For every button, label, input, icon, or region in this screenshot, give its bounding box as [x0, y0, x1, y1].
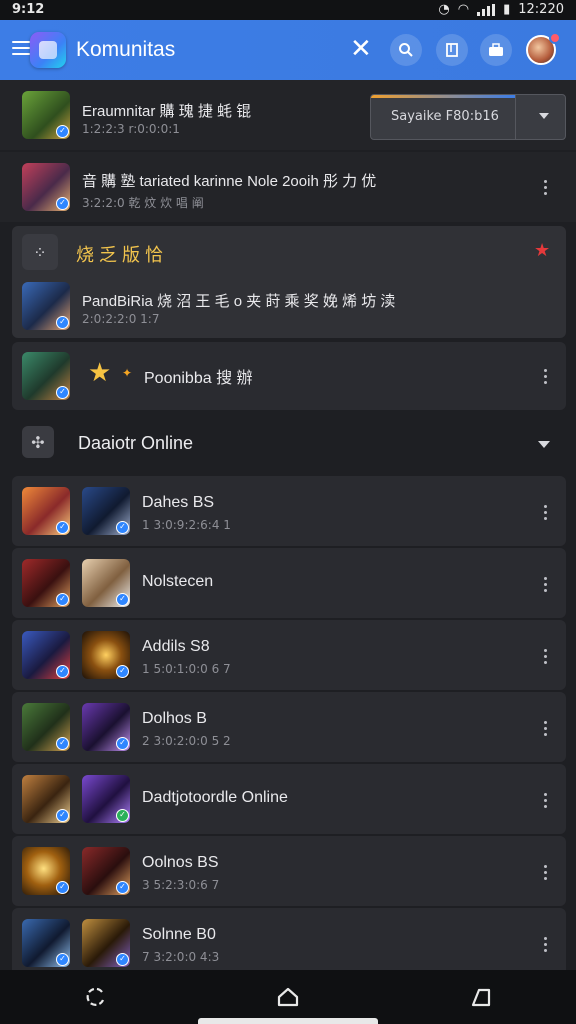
- grid-icon: ⁘: [22, 234, 58, 270]
- item-title: 音 購 塾 tariated karinne Nole 2ooih 彤 力 优: [82, 173, 377, 190]
- more-icon[interactable]: [544, 865, 548, 880]
- item-title: Dahes BS: [142, 494, 215, 511]
- search-icon[interactable]: [390, 34, 422, 66]
- game-thumbnail: ✓: [22, 163, 70, 211]
- list-item[interactable]: ✓ ✓ Solnne B0 7 3:2:0:0 4:3: [12, 908, 566, 970]
- sort-dropdown[interactable]: Sayaike F80:b16: [370, 94, 566, 140]
- bookmark-icon[interactable]: [436, 34, 468, 66]
- item-subtitle: 1:2:2:3 r:0:0:0:1: [82, 122, 180, 136]
- more-icon[interactable]: [544, 577, 548, 592]
- status-bar: 9:12 ◔ ◠ ▮ 12:220: [0, 0, 576, 20]
- status-time-left: 9:12: [12, 2, 45, 17]
- game-thumbnail: ✓: [82, 559, 130, 607]
- game-thumbnail: ✓: [22, 919, 70, 967]
- list-item[interactable]: ✓ Eraumnitar 購 瑰 捷 蚝 锟 1:2:2:3 r:0:0:0:1…: [0, 80, 576, 150]
- game-thumbnail: ✓: [22, 847, 70, 895]
- community-list: ✓ Eraumnitar 購 瑰 捷 蚝 锟 1:2:2:3 r:0:0:0:1…: [0, 80, 576, 970]
- home-icon[interactable]: [275, 984, 301, 1010]
- recents-icon[interactable]: [83, 984, 109, 1010]
- list-item[interactable]: ✓ 音 購 塾 tariated karinne Nole 2ooih 彤 力 …: [0, 152, 576, 222]
- status-right: ◔ ◠ ▮ 12:220: [438, 2, 564, 17]
- item-title: Poonibba 搜 辦: [144, 370, 253, 387]
- item-title: Eraumnitar 購 瑰 捷 蚝 锟: [82, 103, 252, 120]
- game-thumbnail: ✓: [22, 631, 70, 679]
- settings-icon: ✣: [22, 426, 54, 458]
- list-item[interactable]: ✓ ✓ Oolnos BS 3 5:2:3:0:6 7: [12, 836, 566, 906]
- alarm-icon: ◔: [438, 2, 450, 17]
- notification-dot: [549, 32, 561, 44]
- status-time-right: 12:220: [518, 2, 564, 17]
- item-subtitle: 1 3:0:9:2:6:4 1: [142, 518, 231, 532]
- more-icon[interactable]: [544, 937, 548, 952]
- sparkle-icon: ✦: [122, 366, 133, 380]
- game-thumbnail: ✓: [82, 703, 130, 751]
- star-icon[interactable]: ★: [534, 240, 550, 261]
- back-icon[interactable]: [468, 984, 494, 1010]
- item-subtitle: 2:0:2:2:0 1:7: [82, 312, 160, 326]
- more-icon[interactable]: [544, 721, 548, 736]
- game-thumbnail: ✓: [22, 352, 70, 400]
- dropdown-label: Sayaike F80:b16: [391, 109, 499, 124]
- section-title: 烧 乏 版 恰: [76, 245, 164, 265]
- item-title: Solnne B0: [142, 926, 216, 943]
- star-icon: ★: [88, 358, 112, 388]
- item-title: Nolstecen: [142, 573, 214, 590]
- game-thumbnail: ✓: [82, 775, 130, 823]
- item-subtitle: 7 3:2:0:0 4:3: [142, 950, 220, 964]
- favorites-card: ⁘ 烧 乏 版 恰 ★ ✓ PandBiRia 烧 沼 王 毛 o 夹 莳 乘 …: [12, 226, 566, 338]
- game-thumbnail: ✓: [22, 703, 70, 751]
- game-thumbnail: ✓: [82, 919, 130, 967]
- list-item[interactable]: ✓ ★ ✦ Poonibba 搜 辦: [12, 342, 566, 410]
- more-icon[interactable]: [544, 649, 548, 664]
- wifi-icon: ◠: [457, 2, 470, 17]
- chevron-down-icon[interactable]: [538, 441, 550, 448]
- list-item[interactable]: ✓ ✓ Nolstecen: [12, 548, 566, 618]
- home-indicator: [198, 1018, 378, 1024]
- game-thumbnail: ✓: [22, 559, 70, 607]
- app-logo: [30, 32, 66, 68]
- more-icon[interactable]: [544, 505, 548, 520]
- app-bar: Komunitas ✕: [0, 20, 576, 80]
- item-subtitle: 2 3:0:2:0:0 5 2: [142, 734, 231, 748]
- system-nav-bar: [0, 970, 576, 1024]
- section-title: Daaiotr Online: [78, 433, 194, 453]
- list-item[interactable]: ✓ ✓ Addils S8 1 5:0:1:0:0 6 7: [12, 620, 566, 690]
- close-icon[interactable]: ✕: [350, 36, 372, 62]
- menu-icon[interactable]: [12, 41, 30, 59]
- more-icon[interactable]: [544, 369, 548, 384]
- game-thumbnail: ✓: [82, 631, 130, 679]
- app-title: Komunitas: [76, 38, 176, 61]
- item-subtitle: 1 5:0:1:0:0 6 7: [142, 662, 231, 676]
- list-item[interactable]: ✓ ✓ Dadtjotoordle Online: [12, 764, 566, 834]
- game-thumbnail: ✓: [22, 775, 70, 823]
- item-title: Addils S8: [142, 638, 210, 655]
- briefcase-icon[interactable]: [480, 34, 512, 66]
- chevron-down-icon: [539, 113, 549, 119]
- more-icon[interactable]: [544, 180, 548, 195]
- more-icon[interactable]: [544, 793, 548, 808]
- game-thumbnail: ✓: [22, 487, 70, 535]
- game-thumbnail: ✓: [82, 487, 130, 535]
- item-title: Dolhos B: [142, 710, 207, 727]
- game-thumbnail: ✓: [22, 91, 70, 139]
- item-title: PandBiRia 烧 沼 王 毛 o 夹 莳 乘 奖 娩 烯 坊 渎: [82, 293, 396, 310]
- item-subtitle: 3 5:2:3:0:6 7: [142, 878, 220, 892]
- signal-icon: [477, 3, 496, 16]
- list-item[interactable]: ✓ ✓ Dolhos B 2 3:0:2:0:0 5 2: [12, 692, 566, 762]
- game-thumbnail: ✓: [22, 282, 70, 330]
- item-title: Oolnos BS: [142, 854, 219, 871]
- battery-icon: ▮: [503, 2, 511, 17]
- item-subtitle: 3:2:2:0 乾 炆 炊 唱 阐: [82, 196, 204, 210]
- list-item[interactable]: ✓ ✓ Dahes BS 1 3:0:9:2:6:4 1: [12, 476, 566, 546]
- game-thumbnail: ✓: [82, 847, 130, 895]
- item-title: Dadtjotoordle Online: [142, 789, 288, 806]
